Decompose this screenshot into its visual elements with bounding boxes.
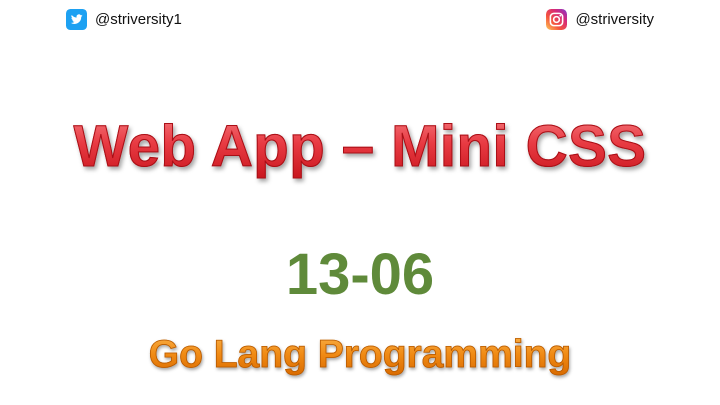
instagram-handle-text: @striversity <box>575 10 654 28</box>
course-subtitle: Go Lang Programming <box>0 330 720 380</box>
twitter-handle[interactable]: @striversity1 <box>66 7 182 31</box>
slide-title-text: Web App – Mini CSS <box>73 114 647 180</box>
lesson-number: 13-06 <box>285 242 435 307</box>
twitter-icon <box>66 8 87 30</box>
course-subtitle-text: Go Lang Programming <box>148 333 572 377</box>
instagram-handle[interactable]: @striversity <box>546 7 654 31</box>
instagram-icon <box>546 8 568 30</box>
slide-title: Web App – Mini CSS <box>0 112 720 182</box>
twitter-handle-text: @striversity1 <box>95 10 182 28</box>
